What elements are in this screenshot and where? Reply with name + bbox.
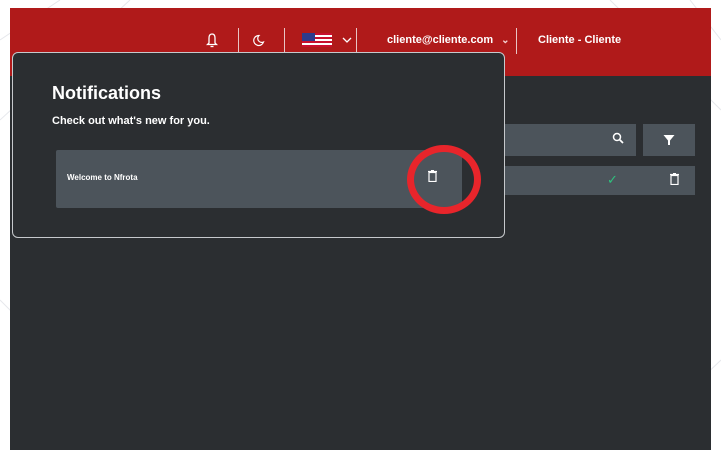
theme-toggle-button[interactable] <box>252 26 265 54</box>
moon-icon <box>253 34 265 46</box>
divider <box>356 28 357 54</box>
divider <box>516 28 517 54</box>
notifications-subtitle: Check out what's new for you. <box>52 115 210 127</box>
search-input[interactable] <box>501 124 636 156</box>
notifications-bell-button[interactable] <box>206 26 218 54</box>
highlight-ring <box>407 145 481 214</box>
bell-icon <box>206 33 218 48</box>
notification-text: Welcome to Nfrota <box>67 173 138 182</box>
filter-icon <box>663 135 675 145</box>
table-row: ✓ <box>501 166 695 195</box>
divider <box>238 28 239 54</box>
chevron-down-icon: ⌄ <box>501 34 510 46</box>
client-selector[interactable]: Cliente - Cliente <box>538 26 621 54</box>
user-menu[interactable]: cliente@cliente.com ⌄ <box>387 26 510 54</box>
filter-button[interactable] <box>643 124 695 156</box>
client-label: Cliente - Cliente <box>538 34 622 46</box>
user-email: cliente@cliente.com <box>387 34 494 46</box>
notifications-title: Notifications <box>52 83 162 103</box>
trash-icon[interactable] <box>670 173 679 185</box>
chevron-down-icon <box>342 37 352 43</box>
language-selector[interactable] <box>302 26 352 54</box>
notification-item[interactable]: Welcome to Nfrota <box>56 150 462 208</box>
us-flag-icon <box>302 33 332 47</box>
search-icon <box>612 132 624 144</box>
check-icon: ✓ <box>607 172 618 187</box>
divider <box>284 28 285 54</box>
